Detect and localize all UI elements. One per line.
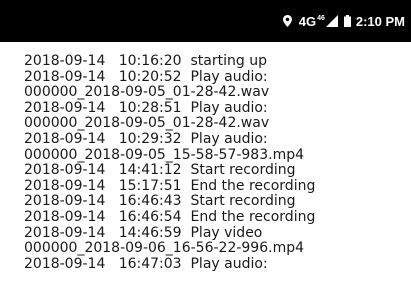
log-line: 2018-09-14 10:29:32 Play audio: <box>24 130 268 147</box>
network-superscript: 46 <box>317 14 325 22</box>
battery-icon <box>343 15 351 27</box>
status-bar: 4G 46 2:10 PM <box>0 0 411 42</box>
log-line: 2018-09-14 10:20:52 Play audio: <box>24 68 268 85</box>
log-line: 000000_2018-09-06_16-56-22-996.mp4 <box>24 240 305 257</box>
log-line: 000000_2018-09-05_01-28-42.wav <box>24 115 270 132</box>
log-line: 2018-09-14 16:46:54 End the recording <box>24 208 316 225</box>
log-line: 2018-09-14 14:46:59 Play video <box>24 224 263 241</box>
log-line: 000000_2018-09-05_15-58-57-983.mp4 <box>24 146 305 163</box>
log-line: 2018-09-14 10:28:51 Play audio: <box>24 99 268 116</box>
signal-icon <box>325 15 338 27</box>
log-line: 2018-09-14 16:47:03 Play audio: <box>24 255 268 272</box>
log-view[interactable]: 2018-09-14 10:16:20 starting up 2018-09-1… <box>0 42 411 296</box>
network-type-indicator: 4G 46 <box>299 15 325 28</box>
log-line: 2018-09-14 14:41:12 Start recording <box>24 162 296 179</box>
log-line: 2018-09-14 16:46:43 Start recording <box>24 193 296 210</box>
log-list: 2018-09-14 10:16:20 starting up 2018-09-1… <box>24 53 316 272</box>
log-line: 2018-09-14 10:16:20 starting up <box>24 53 267 69</box>
network-type-label: 4G <box>298 13 317 29</box>
log-line: 2018-09-14 15:17:51 End the recording <box>24 177 316 194</box>
status-time: 2:10 PM <box>355 13 405 29</box>
log-line: 000000_2018-09-05_01-28-42.wav <box>24 84 270 101</box>
location-icon <box>282 15 292 27</box>
